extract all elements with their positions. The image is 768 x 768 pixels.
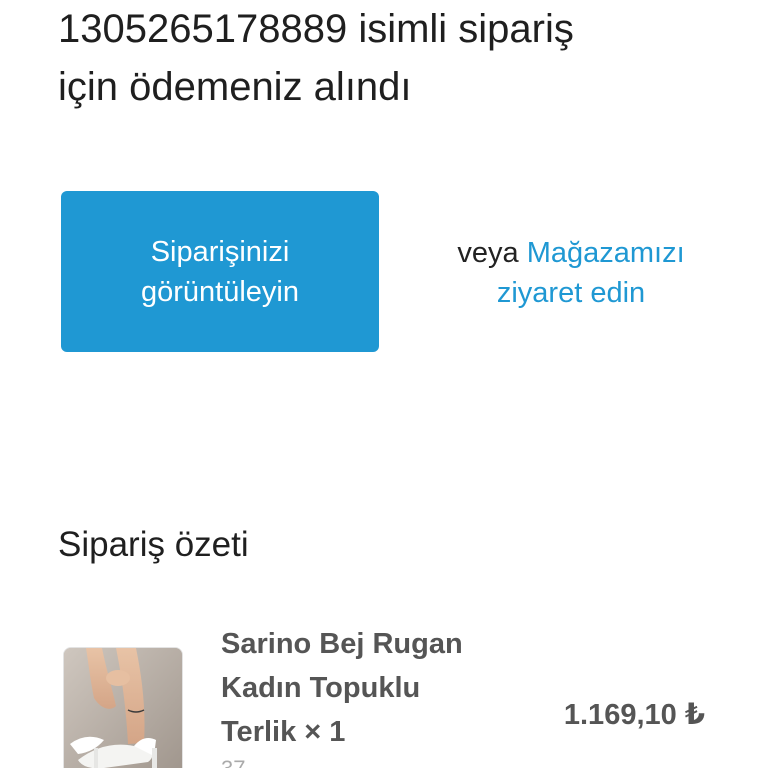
product-name-line-1: Sarino Bej Rugan <box>221 628 463 660</box>
view-order-label-line-1: Siparişinizi <box>150 235 290 268</box>
page-title: 1305265178889 isimli sipariş için ödemen… <box>58 0 738 116</box>
list-item: Sarino Bej Rugan Kadın Topuklu Terlik × … <box>61 620 721 768</box>
alternative-action: veya Mağazamızı ziyaret edin <box>421 233 721 313</box>
view-order-button[interactable]: Siparişinizi görüntüleyin <box>61 191 379 352</box>
view-order-label-line-2: görüntüleyin <box>141 275 299 308</box>
visit-store-label-line-2: ziyaret edin <box>496 277 646 309</box>
order-summary-heading: Sipariş özeti <box>58 525 249 564</box>
or-text: veya <box>457 237 527 269</box>
product-price: 1.169,10 ₺ <box>563 699 705 731</box>
order-confirmation-page: 1305265178889 isimli sipariş için ödemen… <box>0 0 768 768</box>
product-name-line-2: Kadın Topuklu <box>221 672 421 704</box>
view-order-label: Siparişinizi görüntüleyin <box>141 232 299 312</box>
title-line-1: 1305265178889 isimli sipariş <box>58 7 574 51</box>
visit-store-label-line-1: Mağazamızı <box>526 237 685 269</box>
product-quantity: × 1 <box>304 716 346 748</box>
product-image <box>63 647 183 768</box>
action-area: Siparişinizi görüntüleyin veya Mağazamız… <box>61 191 721 352</box>
title-line-2: için ödemeniz alındı <box>58 65 412 109</box>
product-variant: 37 <box>221 756 245 768</box>
product-name: Sarino Bej Rugan Kadın Topuklu Terlik × … <box>221 622 521 754</box>
product-name-line-3: Terlik <box>221 716 297 748</box>
